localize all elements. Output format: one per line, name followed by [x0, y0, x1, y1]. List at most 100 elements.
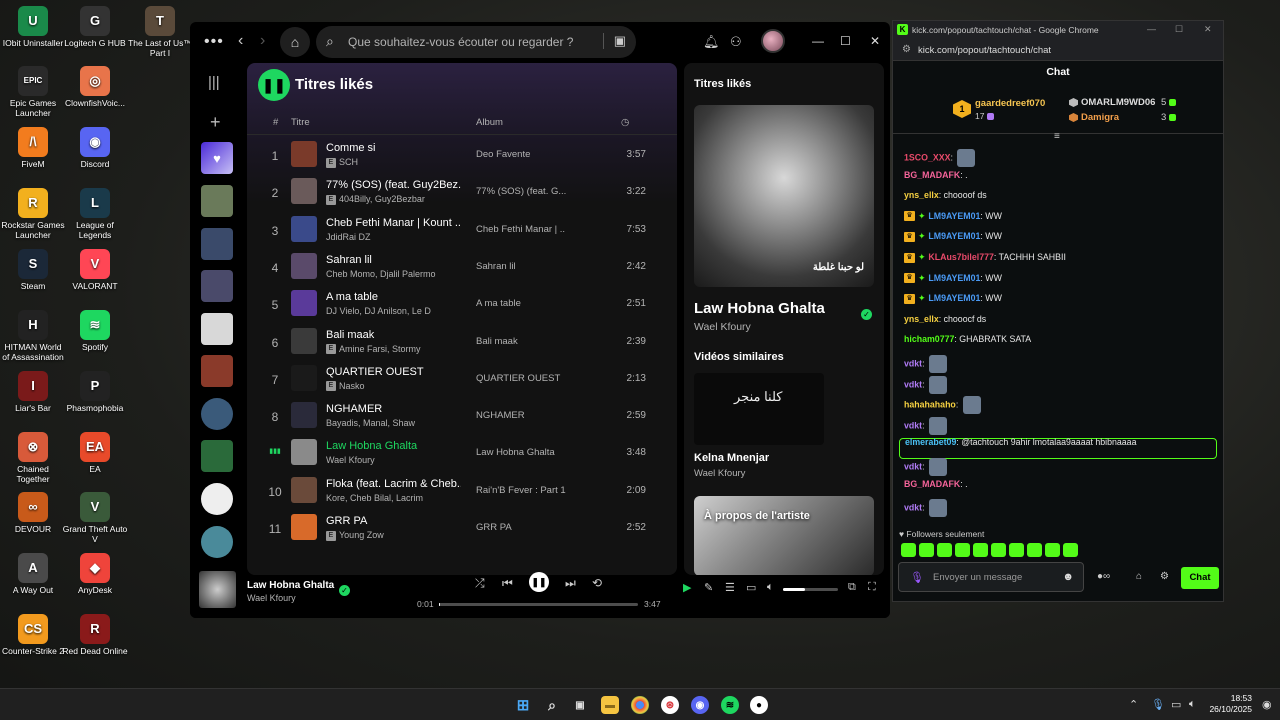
chat-username[interactable]: hicham0777 — [904, 334, 954, 344]
track-title[interactable]: NGHAMER — [326, 403, 461, 415]
player-artist[interactable]: Wael Kfoury — [247, 593, 296, 603]
leader-3-row[interactable]: Damigra — [1069, 112, 1119, 123]
chat-username[interactable]: hahahahaho — [904, 400, 956, 410]
track-artist[interactable]: E SCH — [326, 157, 461, 168]
emote-icon[interactable] — [937, 543, 952, 557]
emote-icon[interactable] — [955, 543, 970, 557]
chat-username[interactable]: LM9AYEM01 — [928, 293, 980, 303]
track-row[interactable]: 7 QUARTIER OUEST E Nasko QUARTIER OUEST 2:13 — [247, 362, 677, 399]
leader-1-name[interactable]: gaardedreef070 — [975, 98, 1045, 109]
add-icon[interactable]: + — [210, 112, 221, 133]
track-artist[interactable]: E Amine Farsi, Stormy — [326, 344, 461, 355]
settings-icon[interactable]: ⚙ — [1160, 571, 1169, 582]
playlist-thumb[interactable] — [201, 355, 233, 387]
desktop-shortcut[interactable]: R Red Dead Online — [62, 614, 128, 657]
track-artist[interactable]: Wael Kfoury — [326, 455, 461, 465]
chat-message[interactable]: BG_MADAFK: . — [904, 170, 968, 180]
mic-icon[interactable]: 🎙︎ — [1151, 698, 1165, 711]
track-artist[interactable]: Kore, Cheb Bilal, Lacrim — [326, 493, 461, 503]
emote-icon[interactable] — [919, 543, 934, 557]
desktop-shortcut[interactable]: ≋ Spotify — [62, 310, 128, 353]
chat-message[interactable]: yns_ellx: chooocf ds — [904, 314, 986, 324]
chat-message[interactable]: BG_MADAFK: . — [904, 479, 968, 489]
playlist-thumb[interactable] — [201, 228, 233, 260]
back-icon[interactable]: ‹ — [238, 32, 243, 50]
emote-icon[interactable] — [1027, 543, 1042, 557]
maximize-icon[interactable]: ☐ — [840, 34, 851, 48]
desktop-shortcut[interactable]: T The Last of Us™ Part I — [127, 6, 193, 59]
show-hidden-icon[interactable]: ⌃ — [1129, 698, 1138, 711]
mic-icon[interactable]: 🎙︎ — [910, 571, 924, 584]
chat-message[interactable]: elmerabet09: @tachtouch 9ahir lmotalaa9a… — [905, 437, 1136, 447]
chat-username[interactable]: LM9AYEM01 — [928, 273, 980, 283]
chat-message[interactable]: hicham0777: GHABRATK SATA — [904, 334, 1031, 344]
emote-icon[interactable] — [1063, 543, 1078, 557]
chat-username[interactable]: 1SCO_XXX — [904, 152, 950, 162]
address-bar[interactable]: ⚙ kick.com/popout/tachtouch/chat — [893, 39, 1223, 61]
track-title[interactable]: Floka (feat. Lacrim & Cheb... — [326, 478, 461, 490]
chat-message[interactable]: ♛ ✦ LM9AYEM01: WW — [904, 211, 1002, 222]
desktop-shortcut[interactable]: ◆ AnyDesk — [62, 553, 128, 596]
message-input[interactable]: 🎙︎ Envoyer un message ☻ — [898, 562, 1084, 592]
track-row[interactable]: 10 Floka (feat. Lacrim & Cheb... Kore, Che… — [247, 474, 677, 511]
play-pause-button[interactable]: ❚❚ — [258, 69, 290, 101]
queue-icon[interactable]: ☰ — [725, 581, 735, 594]
track-artist[interactable]: Cheb Momo, Djalil Palermo — [326, 269, 461, 279]
desktop-shortcut[interactable]: V Grand Theft Auto V — [62, 492, 128, 545]
artist-thumb[interactable] — [201, 526, 233, 558]
chat-message[interactable]: ♛ ✦ LM9AYEM01: WW — [904, 231, 1002, 243]
desktop-shortcut[interactable]: ◎ ClownfishVoic... — [62, 66, 128, 109]
close-icon[interactable]: ✕ — [870, 34, 880, 48]
track-title[interactable]: Law Hobna Ghalta — [326, 440, 461, 452]
send-chat-button[interactable]: Chat — [1181, 567, 1219, 589]
track-artist[interactable]: E Nasko — [326, 381, 461, 392]
emoji-icon[interactable]: ☻ — [1062, 571, 1074, 583]
playlist-thumb[interactable] — [201, 313, 233, 345]
chat-message[interactable]: vdkt: — [904, 375, 947, 394]
chat-username[interactable]: yns_ellx — [904, 190, 939, 200]
track-row[interactable]: 2 77% (SOS) (feat. Guy2Bez... E 404Billy, G… — [247, 175, 677, 212]
rockstar-icon[interactable]: ⊛ — [661, 696, 679, 714]
emote-icon[interactable] — [1009, 543, 1024, 557]
desktop-shortcut[interactable]: ◉ Discord — [62, 127, 128, 170]
task-view-icon[interactable]: ▣ — [571, 696, 589, 714]
desktop-shortcut[interactable]: EA EA — [62, 432, 128, 475]
chat-username[interactable]: BG_MADAFK — [904, 479, 960, 489]
desktop-shortcut[interactable]: A A Way Out — [0, 553, 66, 596]
chat-username[interactable]: elmerabet09 — [905, 437, 956, 447]
chat-message[interactable]: hahahahaho: — [904, 396, 981, 415]
spotify-icon[interactable]: ≋ — [721, 696, 739, 714]
minimize-icon[interactable]: — — [812, 34, 824, 48]
expand-icon[interactable]: ≡ — [1054, 131, 1060, 142]
now-playing-title[interactable]: Law Hobna Ghalta — [694, 300, 825, 317]
about-artist-card[interactable]: À propos de l'artiste — [694, 496, 874, 575]
desktop-shortcut[interactable]: ∞ DEVOUR — [0, 492, 66, 535]
track-album[interactable]: Cheb Fethi Manar | ... — [476, 224, 566, 235]
home-button[interactable]: ⌂ — [280, 27, 310, 57]
chat-username[interactable]: vdkt — [904, 358, 922, 368]
volume-icon[interactable]: 🔈︎ — [767, 581, 774, 594]
menu-icon[interactable]: ••• — [204, 33, 224, 51]
desktop-shortcut[interactable]: CS Counter-Strike 2 — [0, 614, 66, 657]
track-title[interactable]: Cheb Fethi Manar | Kount ... — [326, 217, 461, 229]
track-album[interactable]: QUARTIER OUEST — [476, 373, 566, 384]
video-artist[interactable]: Wael Kfoury — [694, 468, 745, 479]
lyrics-icon[interactable]: ✎ — [704, 581, 713, 594]
close-icon[interactable]: ✕ — [1204, 24, 1212, 35]
discord-icon[interactable]: ◉ — [691, 696, 709, 714]
next-icon[interactable]: ⏭︎ — [565, 576, 576, 591]
track-album[interactable]: Sahran lil — [476, 261, 566, 272]
desktop-shortcut[interactable]: L League of Legends — [62, 188, 128, 241]
chat-message[interactable]: ♛ ✦ LM9AYEM01: WW — [904, 273, 1002, 284]
track-title[interactable]: A ma table — [326, 291, 461, 303]
previous-icon[interactable]: ⏮︎ — [502, 576, 513, 591]
desktop-shortcut[interactable]: R Rockstar Games Launcher — [0, 188, 66, 241]
desktop-shortcut[interactable]: ⊗ Chained Together — [0, 432, 66, 485]
player-liked-icon[interactable]: ✓ — [339, 585, 350, 596]
steam-icon[interactable]: ● — [750, 696, 768, 714]
browse-icon[interactable]: ▣ — [602, 33, 626, 49]
chat-username[interactable]: yns_ellx — [904, 314, 939, 324]
desktop-shortcut[interactable]: S Steam — [0, 249, 66, 292]
chat-message[interactable]: ♛ ✦ KLAus7bilel777: TACHHH SAHBII — [904, 252, 1066, 263]
chrome-icon[interactable] — [631, 696, 649, 714]
